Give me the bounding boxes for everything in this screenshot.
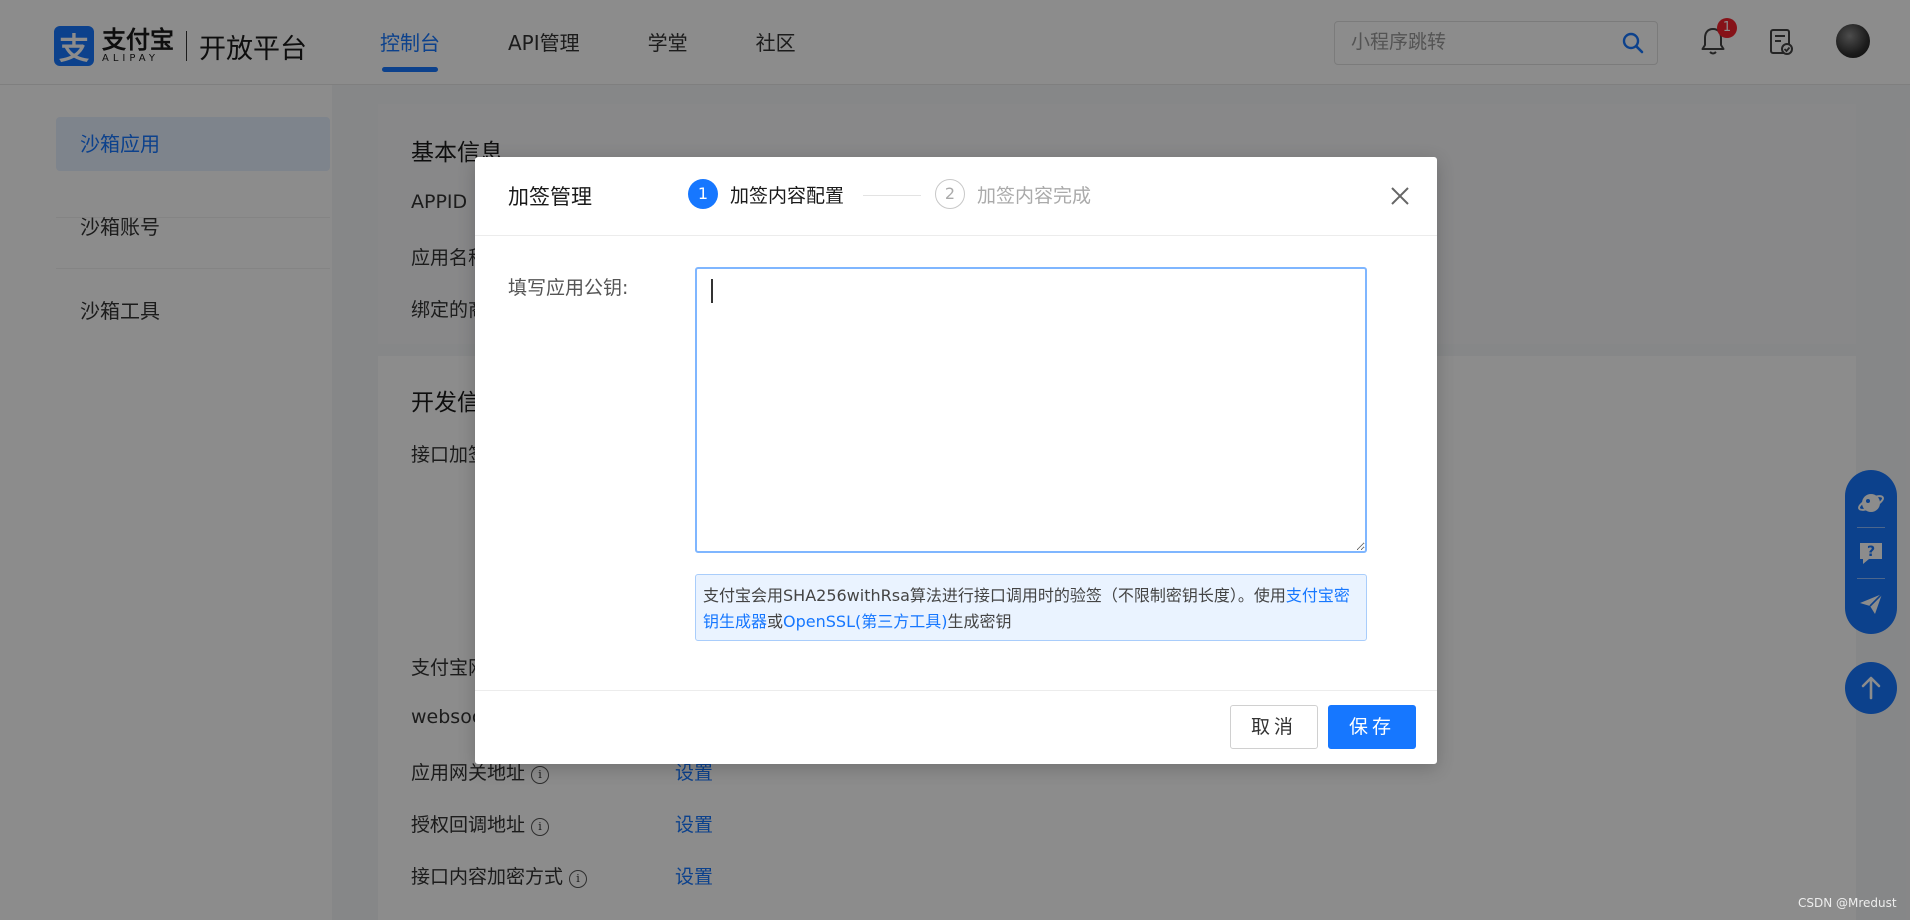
step-2: 2 加签内容完成 xyxy=(935,179,1091,209)
step-2-number: 2 xyxy=(935,179,965,209)
watermark-text: CSDN @Mredust xyxy=(1798,896,1897,910)
save-button[interactable]: 保存 xyxy=(1328,705,1416,749)
key-tip-box: 支付宝会用SHA256withRsa算法进行接口调用时的验签（不限制密钥长度）。… xyxy=(695,574,1367,641)
tip-text: 生成密钥 xyxy=(947,612,1012,631)
close-icon[interactable] xyxy=(1387,183,1413,209)
step-2-label: 加签内容完成 xyxy=(977,184,1092,207)
public-key-textarea[interactable] xyxy=(695,267,1367,553)
step-1: 1 加签内容配置 xyxy=(688,179,844,209)
openssl-link[interactable]: OpenSSL(第三方工具) xyxy=(783,612,947,631)
dialog-header: 加签管理 1 加签内容配置 2 加签内容完成 xyxy=(475,157,1437,236)
sign-management-dialog: 加签管理 1 加签内容配置 2 加签内容完成 填写应用公钥: 支付宝会用SHA2… xyxy=(475,157,1437,764)
step-1-number: 1 xyxy=(688,179,718,209)
step-1-label: 加签内容配置 xyxy=(730,184,845,207)
tip-text: 或 xyxy=(767,612,784,631)
step-connector xyxy=(863,195,921,196)
dialog-title: 加签管理 xyxy=(508,185,592,209)
cancel-button[interactable]: 取消 xyxy=(1230,705,1318,749)
dialog-footer-divider xyxy=(475,690,1437,691)
tip-text: 支付宝会用SHA256withRsa算法进行接口调用时的验签（不限制密钥长度）。… xyxy=(703,586,1286,605)
public-key-label: 填写应用公钥: xyxy=(508,277,629,299)
text-cursor xyxy=(711,279,713,303)
